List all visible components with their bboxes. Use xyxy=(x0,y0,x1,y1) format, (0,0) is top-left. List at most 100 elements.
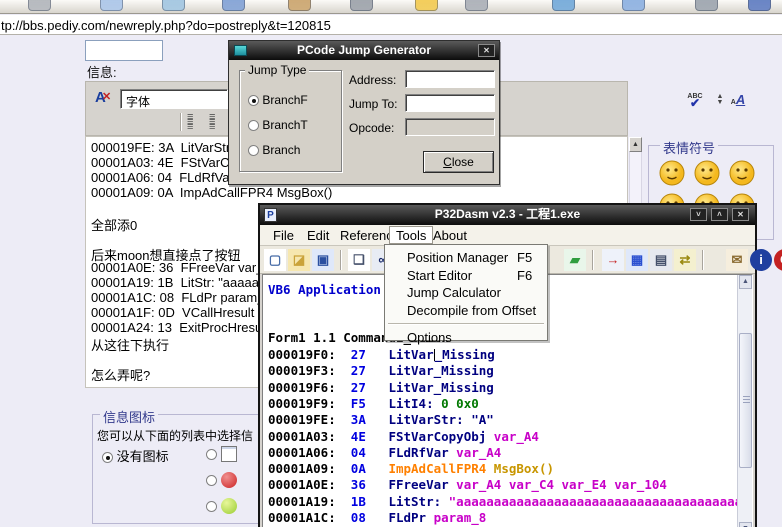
radio-dot[interactable] xyxy=(248,95,259,106)
toolbar-separator xyxy=(592,250,594,270)
browser-address-bar[interactable] xyxy=(0,15,782,35)
radio-dot[interactable] xyxy=(206,449,217,460)
patch-icon[interactable]: ⇄ xyxy=(674,249,696,271)
browser-toolbar-icon[interactable] xyxy=(28,0,51,11)
icon-option[interactable] xyxy=(206,497,237,515)
radio-label: Branch xyxy=(262,143,301,157)
browser-toolbar-icon[interactable] xyxy=(465,0,488,11)
align-left-icon[interactable]: ≡ ≡ ≡ xyxy=(187,112,205,133)
browser-toolbar-icon[interactable] xyxy=(748,0,771,11)
goto-offset-icon[interactable]: → xyxy=(602,249,624,271)
remove-format-x: ✕ xyxy=(102,91,112,103)
p32dasm-menubar: File Edit References Tools About xyxy=(260,225,755,246)
jump-type-radio-branchf[interactable]: BranchF xyxy=(248,93,308,107)
message-icon-desc: 您可以从下面的列表中选择信 xyxy=(97,429,254,443)
scroll-up-arrow-icon[interactable]: ▲ xyxy=(739,275,752,289)
menu-about[interactable]: About xyxy=(426,226,474,244)
listing-opcode: 4E xyxy=(350,428,389,444)
scroll-down-arrow-icon[interactable]: ▼ xyxy=(739,522,752,527)
frown-smiley-icon[interactable] xyxy=(729,160,755,186)
menu-separator xyxy=(388,323,544,324)
align-center-icon[interactable]: ≡ ≡ ≡ xyxy=(209,112,227,133)
menu-item-position-manager[interactable]: Position Manager F5 xyxy=(386,249,546,266)
browser-toolbar-icon[interactable] xyxy=(622,0,645,11)
no-icon-radio[interactable]: 没有图标 xyxy=(102,446,169,465)
browser-toolbar-icon[interactable] xyxy=(288,0,311,11)
open-file-icon[interactable]: ◪ xyxy=(288,249,310,271)
dialog-titlebar[interactable]: PCode Jump Generator ✕ xyxy=(229,41,499,60)
menu-shortcut: F5 xyxy=(517,250,533,265)
minimize-icon[interactable]: ˅ xyxy=(690,208,707,221)
browser-toolbar-icon[interactable] xyxy=(415,0,438,11)
hex-view-icon[interactable]: ▦ xyxy=(626,249,648,271)
jump-type-radio-branch[interactable]: Branch xyxy=(248,143,300,157)
radio-dot[interactable] xyxy=(206,501,217,512)
menu-item-options[interactable]: Options xyxy=(386,329,546,346)
menu-item-label: Start Editor xyxy=(407,267,473,283)
listing-text: "aaaaaaaaaaaaaaaaaaaaaaaaaaaaaaaaaaaaaa" xyxy=(448,493,750,509)
jump-type-radio-brancht[interactable]: BranchT xyxy=(248,118,308,132)
menu-item-start-editor[interactable]: Start Editor F6 xyxy=(386,267,546,284)
no-icon-label: 没有图标 xyxy=(116,449,169,464)
radio-dot[interactable] xyxy=(248,120,259,131)
listing-address: 00001A0E: xyxy=(268,477,351,493)
exit-icon[interactable]: O xyxy=(774,249,782,271)
close-icon[interactable]: ✕ xyxy=(478,44,495,57)
jumpto-field[interactable] xyxy=(405,94,495,112)
browser-toolbar-icon[interactable] xyxy=(552,0,575,11)
scrollbar-thumb[interactable] xyxy=(739,333,752,468)
maximize-icon[interactable]: ˄ xyxy=(711,208,728,221)
sweat-smiley-icon[interactable] xyxy=(694,160,720,186)
browser-toolbar-icon[interactable] xyxy=(162,0,185,11)
remove-format-icon[interactable]: A ✕ xyxy=(95,89,115,107)
p32dasm-titlebar[interactable]: P P32Dasm v2.3 - 工程1.exe ˅ ˄ ✕ xyxy=(260,205,755,225)
radio-dot[interactable] xyxy=(248,145,259,156)
listing-text: LitStr: xyxy=(388,493,449,509)
erase-icon[interactable]: ▰ xyxy=(564,249,586,271)
copy-icon[interactable]: ❏ xyxy=(348,249,370,271)
textarea-line: 从这往下执行 xyxy=(91,338,170,353)
close-button[interactable]: Close xyxy=(423,151,494,173)
radio-dot[interactable] xyxy=(206,475,217,486)
icon-option[interactable] xyxy=(206,471,237,489)
radio-dot[interactable] xyxy=(102,452,113,463)
blush-smiley-icon[interactable] xyxy=(659,160,685,186)
info-icon[interactable]: i xyxy=(750,249,772,271)
menu-item-decompile-from-offset[interactable]: Decompile from Offset xyxy=(386,302,546,319)
textarea-line: 怎么弄呢? xyxy=(91,368,151,383)
new-file-icon[interactable]: ▢ xyxy=(264,249,286,271)
close-icon[interactable]: ✕ xyxy=(732,208,749,221)
menu-file[interactable]: File xyxy=(266,226,301,244)
listing-text: FLdPr xyxy=(388,510,434,525)
listing-address: 00001A1C: xyxy=(268,510,351,525)
browser-toolbar-icon[interactable] xyxy=(695,0,718,11)
scroll-up-arrow-icon[interactable]: ▲ xyxy=(629,137,642,152)
reply-title-input[interactable] xyxy=(85,40,163,61)
email-icon[interactable]: ✉ xyxy=(726,249,748,271)
listing-text: LitI4: xyxy=(388,395,442,411)
italic-button[interactable] xyxy=(130,113,151,132)
menu-edit[interactable]: Edit xyxy=(300,226,336,244)
address-field[interactable] xyxy=(405,70,495,88)
save-icon[interactable]: ▣ xyxy=(312,249,334,271)
listing-opcode: F5 xyxy=(350,395,389,411)
listing-text: MsgBox() xyxy=(493,461,555,477)
listing-address: 000019F3: xyxy=(268,363,351,379)
spellcheck-icon[interactable]: ABC ✔ xyxy=(684,93,706,109)
listing-text: var_A4 xyxy=(456,444,502,460)
url-input[interactable] xyxy=(1,17,781,34)
font-size-icon[interactable]: AA xyxy=(727,92,749,107)
icon-option[interactable] xyxy=(206,445,237,463)
browser-toolbar-icon[interactable] xyxy=(100,0,123,11)
font-family-select[interactable]: 字体 xyxy=(120,89,228,109)
listing-text: LitVar_Missing xyxy=(388,379,494,395)
browser-toolbar-icon[interactable] xyxy=(222,0,245,11)
spellcheck-check: ✔ xyxy=(689,96,701,110)
bold-button[interactable] xyxy=(106,113,127,132)
browser-toolbar-icon[interactable] xyxy=(350,0,373,11)
listing-scrollbar[interactable]: ▲ ▼ xyxy=(737,275,752,527)
underline-button[interactable] xyxy=(154,113,175,132)
calculator-icon[interactable]: ▤ xyxy=(650,249,672,271)
listing-opcode: 08 xyxy=(350,510,389,525)
menu-item-jump-calculator[interactable]: Jump Calculator xyxy=(386,284,546,301)
